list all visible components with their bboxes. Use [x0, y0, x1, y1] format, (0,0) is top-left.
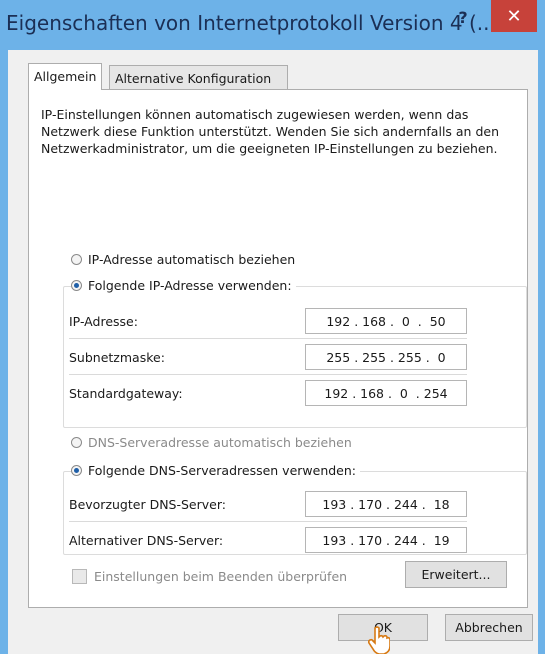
hand-cursor-icon: [368, 626, 390, 654]
validate-settings-label: Einstellungen beim Beenden überprüfen: [94, 569, 348, 584]
alternate-dns-input[interactable]: 193 . 170 . 244 . 19: [305, 527, 467, 553]
default-gateway-label: Standardgateway:: [69, 386, 183, 401]
dns-auto-label: DNS-Serveradresse automatisch beziehen: [88, 435, 352, 450]
ip-manual-radio[interactable]: [71, 280, 82, 291]
ip-auto-radio[interactable]: [71, 254, 82, 265]
tab-alternative-configuration[interactable]: Alternative Konfiguration: [109, 65, 288, 89]
intro-text: IP-Einstellungen können automatisch zuge…: [41, 107, 500, 156]
cancel-button[interactable]: Abbrechen: [445, 614, 533, 641]
dns-auto-radio[interactable]: [71, 437, 82, 448]
subnet-mask-input[interactable]: 255 . 255 . 255 . 0: [305, 344, 467, 370]
divider: [69, 338, 467, 339]
default-gateway-input[interactable]: 192 . 168 . 0 . 254: [305, 380, 467, 406]
divider: [69, 374, 467, 375]
help-button[interactable]: ?: [443, 0, 483, 34]
alternate-dns-label: Alternativer DNS-Server:: [69, 533, 224, 548]
validate-settings-option[interactable]: Einstellungen beim Beenden überprüfen: [72, 569, 347, 584]
general-panel: IP-Einstellungen können automatisch zuge…: [28, 89, 528, 608]
window-title: Eigenschaften von Internetprotokoll Vers…: [6, 11, 496, 35]
advanced-button[interactable]: Erweitert...: [405, 561, 507, 588]
ip-auto-option[interactable]: IP-Adresse automatisch beziehen: [71, 252, 295, 267]
tab-general[interactable]: Allgemein: [28, 63, 103, 90]
validate-settings-checkbox[interactable]: [72, 569, 87, 584]
preferred-dns-input[interactable]: 193 . 170 . 244 . 18: [305, 491, 467, 517]
close-button[interactable]: ✕: [491, 0, 537, 32]
ip-address-label: IP-Adresse:: [69, 314, 138, 329]
title-bar[interactable]: Eigenschaften von Internetprotokoll Vers…: [0, 0, 545, 50]
subnet-mask-label: Subnetzmaske:: [69, 350, 165, 365]
dns-manual-option[interactable]: Folgende DNS-Serveradressen verwenden:: [71, 463, 361, 478]
ip-manual-option[interactable]: Folgende IP-Adresse verwenden:: [71, 278, 296, 293]
dns-manual-label: Folgende DNS-Serveradressen verwenden:: [88, 463, 357, 478]
preferred-dns-label: Bevorzugter DNS-Server:: [69, 497, 226, 512]
ip-auto-label: IP-Adresse automatisch beziehen: [88, 252, 296, 267]
dialog-window: Eigenschaften von Internetprotokoll Vers…: [0, 0, 545, 654]
ip-address-input[interactable]: 192 . 168 . 0 . 50: [305, 308, 467, 334]
dialog-body: Alternative Konfiguration Allgemein IP-E…: [8, 50, 538, 654]
dns-manual-radio[interactable]: [71, 465, 82, 476]
dns-auto-option[interactable]: DNS-Serveradresse automatisch beziehen: [71, 435, 352, 450]
ip-manual-label: Folgende IP-Adresse verwenden:: [88, 278, 292, 293]
divider: [69, 521, 467, 522]
